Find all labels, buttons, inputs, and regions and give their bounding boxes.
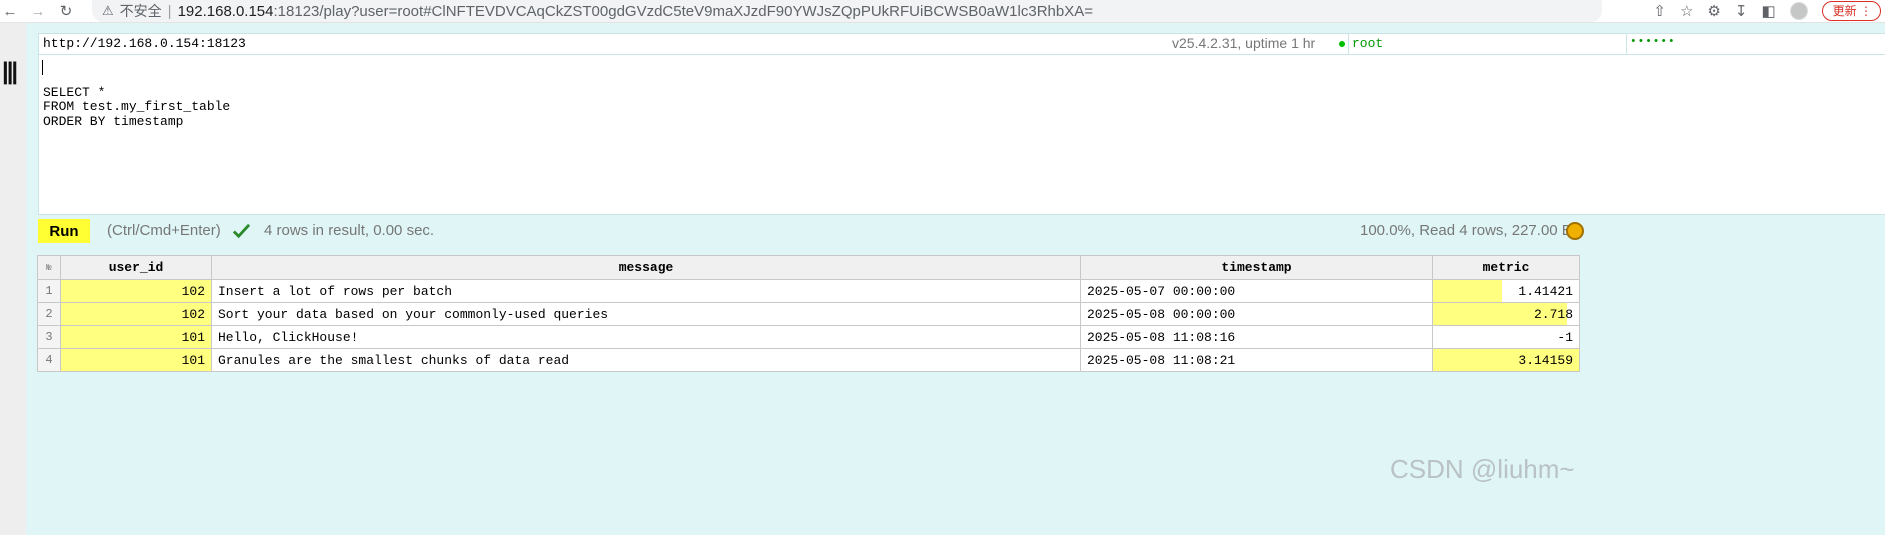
watermark: CSDN @liuhm~ (1390, 454, 1575, 484)
forward-arrow-icon[interactable]: → (28, 1, 48, 21)
download-icon[interactable]: ↧ (1735, 2, 1748, 20)
browser-actions: ⇧ ☆ ⚙ ↧ ◧ 更新 ⋮ (1653, 0, 1885, 22)
header-row: № user_id message timestamp metric (37, 255, 1580, 280)
results-table: № user_id message timestamp metric 1 102… (37, 255, 1580, 372)
column-header-user-id: user_id (60, 255, 212, 280)
column-header-metric: metric (1432, 255, 1580, 280)
update-button[interactable]: 更新 ⋮ (1821, 1, 1881, 21)
clickhouse-play-app: http://192.168.0.154:18123 v25.4.2.31, u… (26, 23, 1885, 535)
server-status-dot (1339, 41, 1345, 47)
cell-timestamp: 2025-05-08 11:08:21 (1080, 348, 1433, 372)
cell-metric: -1 (1432, 325, 1580, 349)
cell-message: Sort your data based on your commonly-us… (211, 302, 1081, 326)
row-number-header: № (37, 255, 61, 280)
server-url-input[interactable]: http://192.168.0.154:18123 (43, 36, 246, 51)
cell-value: -1 (1557, 329, 1573, 345)
row-number: 1 (37, 279, 61, 303)
avatar[interactable] (1789, 2, 1808, 20)
server-version: v25.4.2.31, uptime 1 hr (1172, 35, 1316, 51)
share-icon[interactable]: ⇧ (1653, 2, 1666, 20)
warning-icon[interactable]: ⚠ (102, 3, 114, 19)
reload-icon[interactable]: ↻ (56, 1, 76, 21)
divider (1348, 34, 1349, 54)
cell-value: 102 (181, 283, 205, 299)
row-number: 4 (37, 348, 61, 372)
cell-message: Granules are the smallest chunks of data… (211, 348, 1081, 372)
row-number: 3 (37, 325, 61, 349)
cell-metric: 1.41421 (1432, 279, 1580, 303)
table-row: 4 101 Granules are the smallest chunks o… (37, 348, 1580, 372)
url-rest: :18123/play?user=root#ClNFTEVDVCAqCkZST0… (273, 2, 1093, 20)
cell-value: 3.14159 (1518, 352, 1573, 368)
table-row: 3 101 Hello, ClickHouse! 2025-05-08 11:0… (37, 325, 1580, 349)
address-separator: | (167, 2, 172, 20)
user-input[interactable]: root (1352, 36, 1383, 51)
column-header-timestamp: timestamp (1080, 255, 1433, 280)
browser-toolbar: ← → ↻ ⚠ 不安全 | 192.168.0.154:18123/play?u… (0, 0, 1885, 23)
password-input[interactable]: •••••• (1630, 36, 1676, 48)
result-info: 4 rows in result, 0.00 sec. (264, 222, 435, 239)
divider (1626, 34, 1627, 54)
cell-value: 102 (181, 306, 205, 322)
bars-icon: ||| (2, 58, 18, 85)
query-stats: 100.0%, Read 4 rows, 227.00 B (1360, 222, 1572, 239)
update-label: 更新 (1832, 4, 1857, 18)
left-strip: ||| (0, 23, 26, 535)
insecure-label: 不安全 (119, 3, 162, 19)
cell-metric: 2.718 (1432, 302, 1580, 326)
url-host: 192.168.0.154 (177, 2, 274, 20)
cell-value: 1.41421 (1518, 283, 1573, 299)
star-icon[interactable]: ☆ (1680, 2, 1693, 20)
run-button[interactable]: Run (38, 219, 90, 243)
extensions-icon[interactable]: ⚙ (1707, 2, 1720, 20)
connection-bar: http://192.168.0.154:18123 v25.4.2.31, u… (38, 33, 1885, 55)
row-number: 2 (37, 302, 61, 326)
cell-timestamp: 2025-05-08 11:08:16 (1080, 325, 1433, 349)
cell-metric: 3.14159 (1432, 348, 1580, 372)
checkmark-icon (232, 223, 251, 239)
shortcut-hint: (Ctrl/Cmd+Enter) (107, 222, 221, 239)
cell-value: 101 (181, 352, 205, 368)
cell-message: Hello, ClickHouse! (211, 325, 1081, 349)
table-row: 2 102 Sort your data based on your commo… (37, 302, 1580, 326)
cell-user-id: 102 (60, 279, 212, 303)
query-controls: Run (Ctrl/Cmd+Enter) 4 rows in result, 0… (38, 219, 1885, 243)
back-arrow-icon[interactable]: ← (0, 1, 20, 21)
column-header-message: message (211, 255, 1081, 280)
cell-timestamp: 2025-05-08 00:00:00 (1080, 302, 1433, 326)
cell-user-id: 101 (60, 348, 212, 372)
cell-value: 101 (181, 329, 205, 345)
cell-user-id: 101 (60, 325, 212, 349)
cell-message: Insert a lot of rows per batch (211, 279, 1081, 303)
query-editor[interactable]: SELECT * FROM test.my_first_table ORDER … (38, 54, 1885, 215)
address-bar[interactable]: ⚠ 不安全 | 192.168.0.154:18123/play?user=ro… (92, 0, 1602, 22)
query-text[interactable]: SELECT * FROM test.my_first_table ORDER … (43, 71, 230, 129)
cell-timestamp: 2025-05-07 00:00:00 (1080, 279, 1433, 303)
value-bar (1433, 280, 1502, 302)
cell-value: 2.718 (1533, 306, 1573, 322)
cell-user-id: 102 (60, 302, 212, 326)
table-row: 1 102 Insert a lot of rows per batch 202… (37, 279, 1580, 303)
sidebar-icon[interactable]: ◧ (1761, 2, 1775, 20)
theme-toggle-icon[interactable] (1566, 222, 1584, 240)
